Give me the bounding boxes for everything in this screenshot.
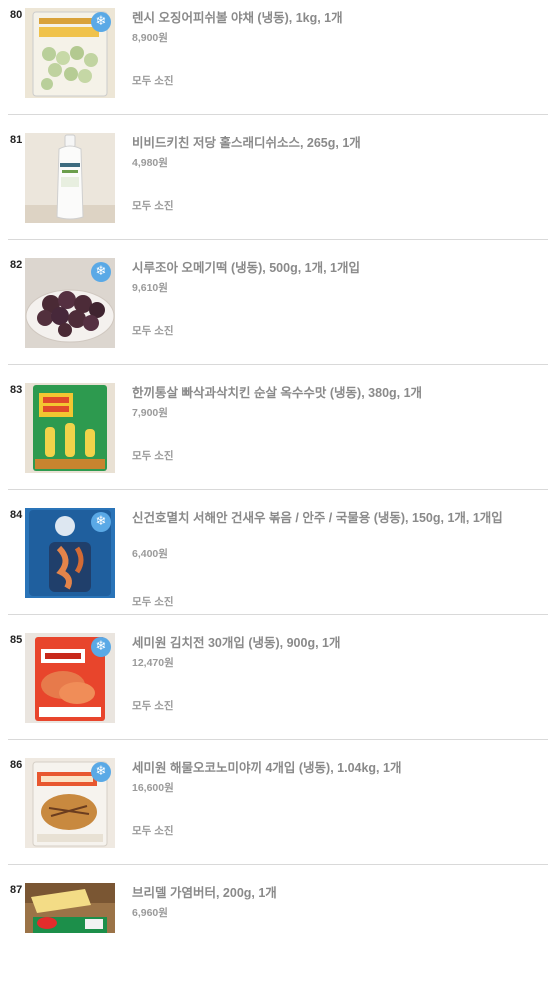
product-image[interactable]: ❄ <box>25 758 115 848</box>
rank-number: 84 <box>10 509 23 521</box>
product-image[interactable]: ❄ <box>25 508 115 598</box>
product-price: 4,980원 <box>132 157 168 169</box>
product-item[interactable]: 87 브리델 가염버터, 200g, 1개 6,960원 <box>8 883 548 1007</box>
product-name[interactable]: 세미원 해물오코노미야끼 4개입 (냉동), 1.04kg, 1개 <box>132 760 532 776</box>
snowflake-icon: ❄ <box>91 262 111 282</box>
sold-out-status: 모두 소진 <box>132 75 174 87</box>
product-image[interactable] <box>25 883 115 933</box>
product-image[interactable] <box>25 133 115 223</box>
sold-out-status: 모두 소진 <box>132 596 174 608</box>
product-name[interactable]: 브리델 가염버터, 200g, 1개 <box>132 885 532 901</box>
snowflake-icon: ❄ <box>91 512 111 532</box>
product-image[interactable]: ❄ <box>25 8 115 98</box>
rank-number: 81 <box>10 134 23 146</box>
sold-out-status: 모두 소진 <box>132 200 174 212</box>
product-name[interactable]: 세미원 김치전 30개입 (냉동), 900g, 1개 <box>132 635 532 651</box>
sold-out-status: 모두 소진 <box>132 325 174 337</box>
divider <box>8 364 548 365</box>
product-price: 9,610원 <box>132 282 168 294</box>
snowflake-icon: ❄ <box>91 637 111 657</box>
rank-number: 83 <box>10 384 23 396</box>
product-price: 12,470원 <box>132 657 174 669</box>
product-image[interactable]: ❄ <box>25 258 115 348</box>
divider <box>8 864 548 865</box>
sold-out-status: 모두 소진 <box>132 700 174 712</box>
product-image[interactable] <box>25 383 115 473</box>
snowflake-icon: ❄ <box>91 12 111 32</box>
product-name[interactable]: 신건호멸치 서해안 건새우 볶음 / 안주 / 국물용 (냉동), 150g, … <box>132 510 532 526</box>
product-name[interactable]: 한끼통살 빠삭과삭치킨 순살 옥수수맛 (냉동), 380g, 1개 <box>132 385 532 401</box>
product-name[interactable]: 비비드키친 저당 홀스래디쉬소스, 265g, 1개 <box>132 135 532 151</box>
divider <box>8 114 548 115</box>
sold-out-status: 모두 소진 <box>132 450 174 462</box>
snowflake-icon: ❄ <box>91 762 111 782</box>
product-price: 8,900원 <box>132 32 168 44</box>
product-image[interactable]: ❄ <box>25 633 115 723</box>
rank-number: 86 <box>10 759 23 771</box>
sold-out-status: 모두 소진 <box>132 825 174 837</box>
divider <box>8 614 548 615</box>
product-name[interactable]: 시루조아 오메기떡 (냉동), 500g, 1개, 1개입 <box>132 260 532 276</box>
product-price: 6,400원 <box>132 548 168 560</box>
rank-number: 87 <box>10 884 23 896</box>
product-price: 16,600원 <box>132 782 174 794</box>
product-name[interactable]: 렌시 오징어피쉬볼 야채 (냉동), 1kg, 1개 <box>132 10 532 26</box>
divider <box>8 239 548 240</box>
product-price: 6,960원 <box>132 907 168 919</box>
rank-number: 80 <box>10 9 23 21</box>
product-price: 7,900원 <box>132 407 168 419</box>
rank-number: 85 <box>10 634 23 646</box>
divider <box>8 739 548 740</box>
rank-number: 82 <box>10 259 23 271</box>
divider <box>8 489 548 490</box>
